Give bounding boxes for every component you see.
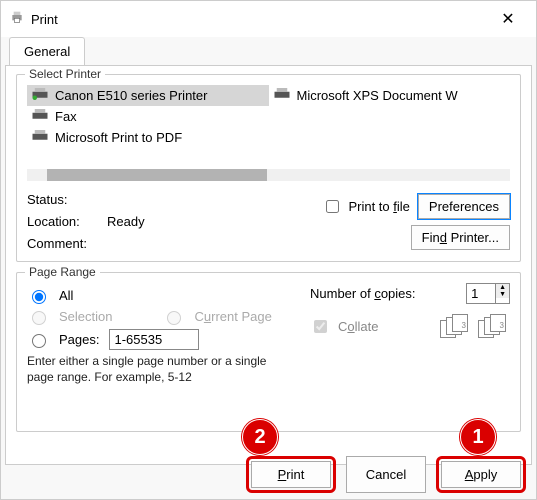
status-values: Ready: [107, 211, 227, 233]
spinner-up[interactable]: ▲: [496, 284, 509, 291]
status-label: Status:: [27, 189, 107, 211]
titlebar: Print ✕: [1, 1, 536, 37]
copies-label: Number of copies:: [310, 286, 460, 301]
select-printer-group: Select Printer Canon E510 series Printer…: [16, 74, 521, 262]
radio-current-page-label: Current Page: [194, 309, 271, 324]
callout-1: 1: [460, 419, 496, 455]
page-range-label: Page Range: [25, 265, 100, 279]
radio-selection-label: Selection: [59, 309, 112, 324]
comment-label: Comment:: [27, 233, 107, 255]
print-to-file-checkbox[interactable]: Print to file: [322, 197, 409, 216]
print-to-file-input[interactable]: [326, 200, 339, 213]
printer-item-pdf[interactable]: Microsoft Print to PDF: [27, 127, 307, 148]
radio-all-label: All: [59, 288, 73, 303]
print-button[interactable]: Print: [251, 461, 331, 488]
printer-name: Microsoft XPS Document W: [297, 88, 458, 103]
fax-icon: [31, 108, 55, 125]
radio-current-page: [167, 311, 181, 325]
collate-icon: 123 123: [440, 314, 510, 338]
find-printer-button[interactable]: Find Printer...: [411, 225, 510, 250]
printer-name: Fax: [55, 109, 77, 124]
scroll-thumb[interactable]: [47, 169, 267, 181]
radio-pages[interactable]: [32, 334, 46, 348]
window-title: Print: [31, 12, 488, 27]
spinner-down[interactable]: ▼: [496, 291, 509, 298]
footer-buttons: Print Cancel Apply: [246, 456, 526, 493]
printer-item-fax[interactable]: Fax: [27, 106, 307, 127]
callout-2: 2: [242, 419, 278, 455]
printer-list[interactable]: Canon E510 series Printer Microsoft XPS …: [27, 85, 510, 165]
apply-button[interactable]: Apply: [441, 461, 521, 488]
print-button-highlight: Print: [246, 456, 336, 493]
copies-area: Number of copies: ▲ ▼ Collate 123 123: [310, 283, 510, 338]
location-label: Location:: [27, 211, 107, 233]
radio-pages-label: Pages:: [59, 332, 99, 347]
page-range-group: Page Range All Selection Current Page Pa…: [16, 272, 521, 432]
radio-selection: [32, 311, 46, 325]
printer-icon: [31, 129, 55, 146]
copies-input[interactable]: [467, 284, 495, 303]
tab-general[interactable]: General: [9, 37, 85, 65]
printer-icon: [31, 87, 55, 104]
printer-icon: [273, 87, 297, 104]
collate-checkbox: [314, 320, 327, 333]
status-value: Ready: [107, 211, 227, 233]
radio-all[interactable]: [32, 290, 46, 304]
horizontal-scrollbar[interactable]: [27, 169, 510, 181]
printer-item-canon[interactable]: Canon E510 series Printer: [27, 85, 269, 106]
select-printer-label: Select Printer: [25, 67, 105, 81]
tabstrip: General: [1, 37, 536, 65]
preferences-button[interactable]: Preferences: [418, 194, 510, 219]
apply-button-highlight: Apply: [436, 456, 526, 493]
print-dialog: Print ✕ General Select Printer Canon E51…: [0, 0, 537, 500]
collate-label: Collate: [338, 319, 378, 334]
tab-content: Select Printer Canon E510 series Printer…: [5, 65, 532, 465]
status-labels: Status: Location: Comment:: [27, 189, 107, 255]
close-button[interactable]: ✕: [488, 9, 528, 29]
cancel-button[interactable]: Cancel: [346, 456, 426, 493]
printer-name: Microsoft Print to PDF: [55, 130, 182, 145]
printer-icon: [9, 9, 31, 30]
printer-item-xps[interactable]: Microsoft XPS Document W: [269, 85, 511, 106]
printer-name: Canon E510 series Printer: [55, 88, 207, 103]
pages-input[interactable]: [109, 329, 199, 350]
copies-spinner[interactable]: ▲ ▼: [466, 283, 510, 304]
page-range-hint: Enter either a single page number or a s…: [27, 354, 277, 385]
